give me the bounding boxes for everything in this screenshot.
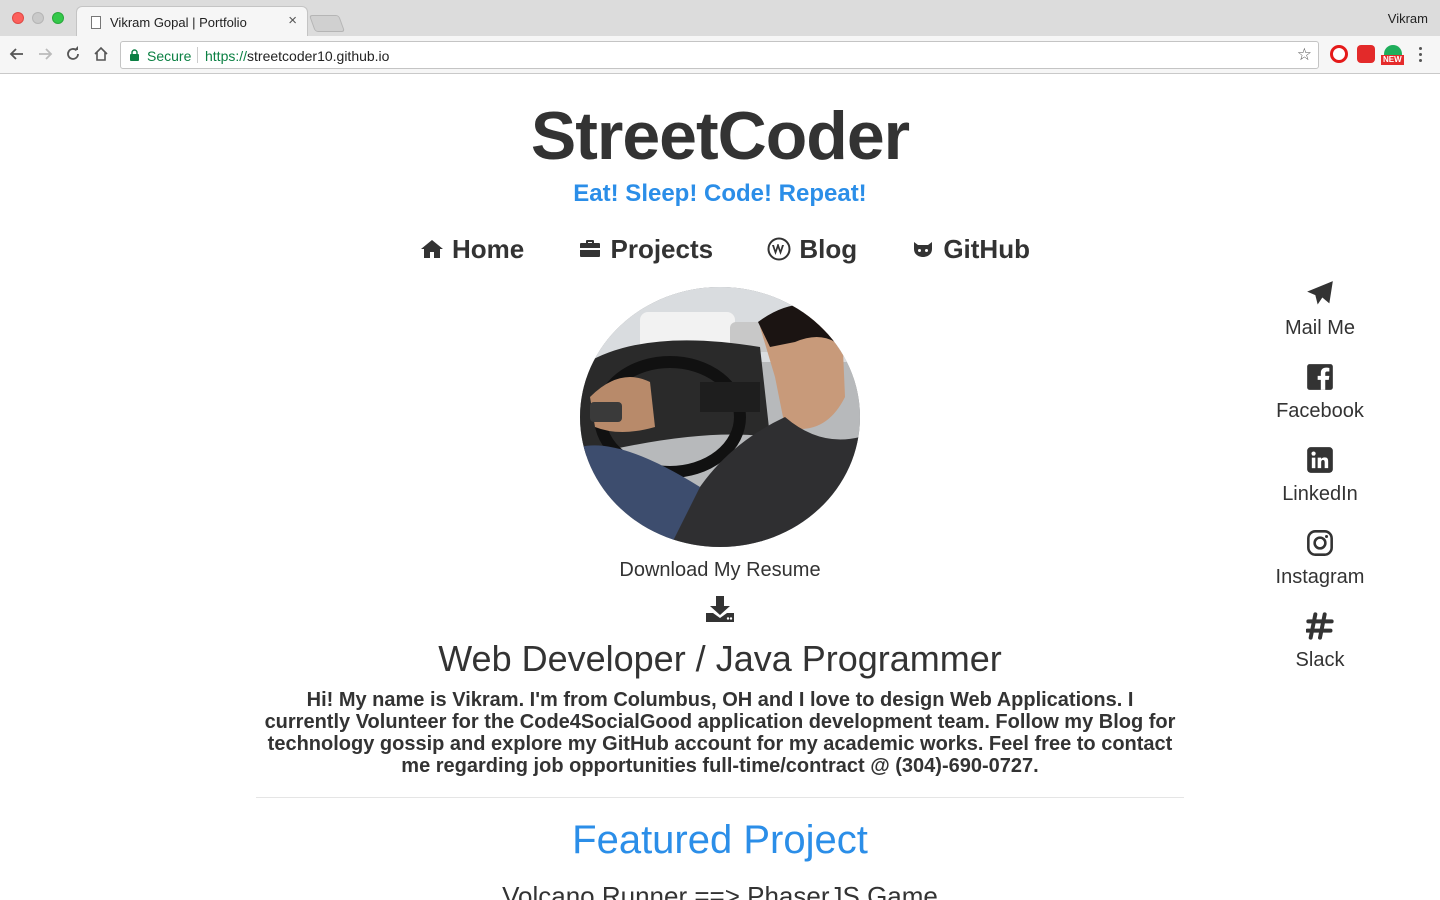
social-facebook-label: Facebook (1276, 400, 1364, 422)
browser-tab[interactable]: Vikram Gopal | Portfolio × (76, 6, 308, 36)
github-icon (914, 242, 933, 257)
social-mail-label: Mail Me (1284, 317, 1355, 339)
featured-heading: Featured Project (572, 818, 868, 862)
site-tagline: Eat! Sleep! Code! Repeat! (573, 180, 867, 207)
nav-projects-label: Projects (610, 233, 714, 264)
new-badge: NEW (1381, 55, 1404, 65)
social-instagram[interactable]: Instagram (1260, 526, 1380, 609)
maximize-window-button[interactable] (52, 12, 64, 24)
social-instagram-label: Instagram (1275, 566, 1365, 588)
nav-home[interactable]: Home (420, 232, 524, 266)
back-button[interactable] (5, 42, 29, 66)
nav-home-label: Home (452, 233, 525, 264)
social-linkedin[interactable]: LinkedIn (1260, 443, 1380, 526)
omnibox-separator (197, 47, 198, 63)
paper-plane-icon (1307, 281, 1333, 305)
url-text[interactable]: https://streetcoder10.github.io (205, 48, 389, 64)
social-facebook[interactable]: Facebook (1260, 360, 1380, 443)
browser-toolbar: Secure https://streetcoder10.github.io ☆… (0, 36, 1440, 74)
bookmark-star-icon[interactable]: ☆ (1297, 45, 1312, 65)
featured-project-title[interactable]: Volcano Runner ==> PhaserJS Game (0, 881, 1440, 900)
forward-button[interactable] (33, 42, 57, 66)
nav-projects[interactable]: Projects (578, 232, 713, 266)
instagram-icon (1307, 530, 1333, 556)
section-divider (256, 797, 1184, 798)
forward-arrow-icon (39, 48, 53, 60)
social-slack[interactable]: Slack (1260, 609, 1380, 692)
profile-photo-illustration (580, 287, 860, 547)
browser-tab-strip: Vikram Gopal | Portfolio × Vikram (0, 0, 1440, 36)
nav-github[interactable]: GitHub (911, 232, 1030, 266)
nav-github-label: GitHub (943, 233, 1030, 264)
new-tab-button[interactable] (308, 15, 346, 32)
bio-paragraph: Hi! My name is Vikram. I'm from Columbus… (264, 689, 1176, 777)
url-host: streetcoder10.github.io (247, 48, 390, 64)
nav-blog[interactable]: Blog (767, 232, 857, 266)
minimize-window-button[interactable] (32, 12, 44, 24)
tab-close-icon[interactable]: × (288, 12, 297, 29)
page-icon (91, 16, 101, 29)
role-heading: Web Developer / Java Programmer (438, 638, 1002, 679)
grammarly-extension-icon[interactable]: NEW (1381, 45, 1404, 65)
nav-blog-label: Blog (799, 233, 858, 264)
home-outline-icon (94, 46, 108, 61)
social-linkedin-label: LinkedIn (1282, 483, 1358, 505)
slack-icon (1306, 612, 1334, 640)
secure-label: Secure (147, 48, 192, 64)
home-icon (421, 240, 443, 258)
close-window-button[interactable] (12, 12, 24, 24)
linkedin-icon (1307, 447, 1333, 473)
profile-name[interactable]: Vikram (1388, 11, 1428, 26)
download-icon[interactable] (706, 596, 734, 622)
address-bar[interactable]: Secure https://streetcoder10.github.io ☆ (120, 41, 1319, 69)
chrome-menu-icon[interactable] (1419, 47, 1423, 63)
profile-photo (580, 287, 860, 547)
resume-label[interactable]: Download My Resume (0, 559, 1440, 582)
wordpress-icon (767, 237, 791, 261)
site-title: StreetCoder (530, 98, 910, 174)
social-slack-label: Slack (1295, 649, 1345, 671)
reload-icon (67, 46, 79, 60)
reload-button[interactable] (61, 42, 85, 66)
facebook-icon (1307, 364, 1333, 390)
social-links: Mail Me Facebook LinkedIn Instagram Slac… (1260, 277, 1380, 692)
home-button[interactable] (89, 42, 113, 66)
main-nav: Home Projects Blog GitHub (420, 232, 1030, 266)
social-mail[interactable]: Mail Me (1260, 277, 1380, 360)
back-arrow-icon (9, 48, 23, 60)
web-page: StreetCoder Eat! Sleep! Code! Repeat! Ho… (0, 75, 1440, 900)
lock-icon (130, 49, 139, 61)
url-scheme: https:// (205, 48, 248, 64)
opera-extension-icon[interactable] (1330, 45, 1348, 63)
media-extension-icon[interactable] (1357, 45, 1375, 63)
tab-title: Vikram Gopal | Portfolio (110, 15, 247, 30)
briefcase-icon (580, 240, 601, 257)
